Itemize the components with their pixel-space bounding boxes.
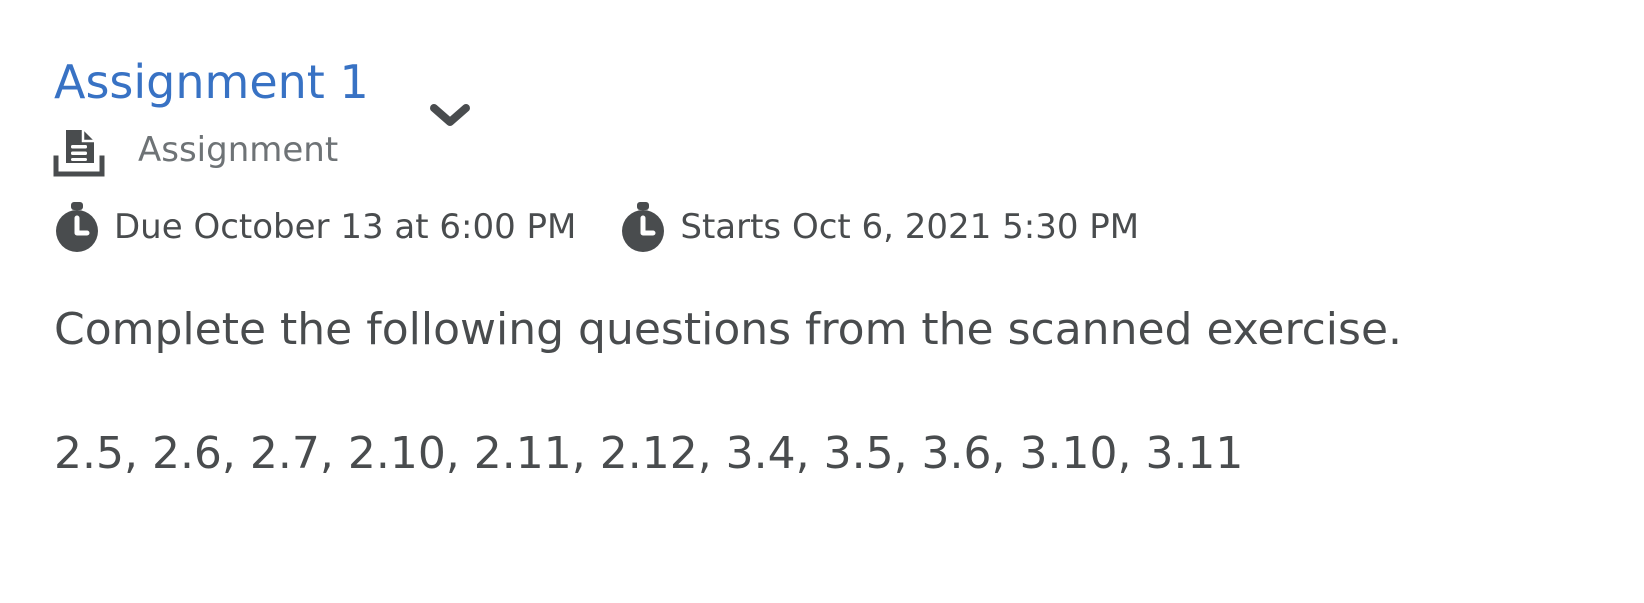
assignment-title-link[interactable]: Assignment 1 [54, 52, 369, 112]
assignment-icon [53, 130, 105, 177]
description-paragraph: 2.5, 2.6, 2.7, 2.10, 2.11, 2.12, 3.4, 3.… [54, 428, 1244, 479]
start-date-text: Starts Oct 6, 2021 5:30 PM [680, 207, 1140, 247]
due-date-text: Due October 13 at 6:00 PM [114, 207, 577, 247]
clock-icon [56, 202, 98, 252]
description-paragraph: Complete the following questions from th… [54, 304, 1403, 355]
assignment-dates: Due October 13 at 6:00 PM Starts Oct 6, … [54, 200, 1139, 254]
due-date: Due October 13 at 6:00 PM [54, 200, 576, 254]
start-date: Starts Oct 6, 2021 5:30 PM [620, 200, 1139, 254]
assignment-description: Complete the following questions from th… [54, 300, 1614, 484]
chevron-down-icon[interactable] [428, 100, 472, 130]
assignment-type-label: Assignment [138, 130, 339, 170]
clock-icon [622, 202, 665, 252]
